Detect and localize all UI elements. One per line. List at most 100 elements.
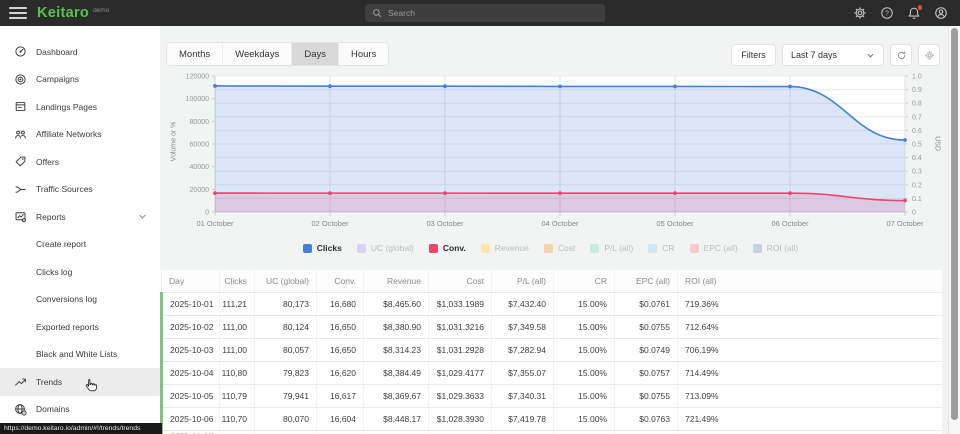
column-header-p-l-all[interactable]: P/L (all)	[492, 270, 554, 292]
cell-conv: 16,617	[317, 384, 364, 407]
cell-day: 2025-10-06	[162, 407, 220, 430]
column-header-cr[interactable]: CR	[554, 270, 615, 292]
cell-clicks: 111,00	[220, 338, 255, 361]
legend-swatch	[357, 244, 366, 253]
dashboard-icon	[14, 45, 27, 58]
svg-text:0: 0	[912, 210, 916, 217]
scrollbar-thumb[interactable]	[951, 28, 958, 420]
sidebar-item-clicks-log[interactable]: Clicks log	[0, 258, 160, 286]
svg-text:0: 0	[205, 210, 209, 217]
svg-text:0.6: 0.6	[912, 128, 922, 135]
legend-swatch	[481, 244, 490, 253]
legend-item-conv[interactable]: Conv.	[429, 243, 466, 253]
legend-label: CR	[662, 243, 674, 253]
cell-day: 2025-10-04	[162, 361, 220, 384]
sidebar-item-label: Landings Pages	[36, 102, 97, 112]
account-avatar-icon[interactable]	[934, 6, 948, 20]
sidebar-item-label: Offers	[36, 157, 59, 167]
sidebar-item-affiliate-networks[interactable]: Affiliate Networks	[0, 121, 160, 149]
table-header-row: DayClicksUC (global)Conv.RevenueCostP/L …	[162, 270, 943, 292]
column-header-conv[interactable]: Conv.	[317, 270, 364, 292]
column-header-cost[interactable]: Cost	[429, 270, 492, 292]
cell-cost	[429, 430, 492, 434]
chevron-down-icon	[866, 51, 875, 60]
cell-cost: $1,029.3633	[429, 384, 492, 407]
sidebar-item-campaigns[interactable]: Campaigns	[0, 66, 160, 94]
link-status-bar: https://demo.keitaro.io/admin/#!/trends/…	[0, 423, 162, 434]
cell-revenue: $8,314.23	[364, 338, 429, 361]
legend-item-cr[interactable]: CR	[648, 243, 674, 253]
hamburger-menu-icon[interactable]	[9, 7, 27, 19]
sidebar-item-black-and-white-lists[interactable]: Black and White Lists	[0, 341, 160, 369]
legend-item-clicks[interactable]: Clicks	[303, 243, 342, 253]
legend-item-cost[interactable]: Cost	[544, 243, 575, 253]
legend-swatch	[590, 244, 599, 253]
filters-button[interactable]: Filters	[731, 44, 776, 66]
legend-item-uc-global[interactable]: UC (global)	[357, 243, 414, 253]
chart-settings-button[interactable]	[918, 44, 940, 66]
cell-p-l-all: $7,419.78	[492, 407, 554, 430]
period-tabs: MonthsWeekdaysDaysHours	[166, 42, 389, 66]
sidebar-item-dashboard[interactable]: Dashboard	[0, 38, 160, 66]
legend-swatch	[690, 244, 699, 253]
legend-swatch	[303, 244, 312, 253]
notifications-bell-icon[interactable]	[907, 6, 921, 20]
cell-epc-all: $0.0763	[615, 407, 678, 430]
cell-day: 2025-10-02	[162, 315, 220, 338]
legend-item-epc-all[interactable]: EPC (all)	[690, 243, 738, 253]
settings-gear-icon[interactable]	[853, 6, 867, 20]
date-range-select[interactable]: Last 7 days	[782, 44, 884, 66]
sidebar-item-label: Domains	[36, 404, 70, 414]
column-header-uc-global[interactable]: UC (global)	[255, 270, 317, 292]
column-header-roi-all[interactable]: ROI (all)	[678, 270, 943, 292]
svg-text:0.9: 0.9	[912, 87, 922, 94]
tab-months[interactable]: Months	[167, 43, 223, 65]
sidebar-item-landings-pages[interactable]: Landings Pages	[0, 93, 160, 121]
search-box[interactable]	[365, 4, 605, 22]
help-icon[interactable]: ?	[880, 6, 894, 20]
search-icon	[372, 8, 382, 18]
sidebar-item-offers[interactable]: Offers	[0, 148, 160, 176]
refresh-button[interactable]	[890, 44, 912, 66]
gear-icon	[924, 50, 935, 61]
table-row-partial: 2025-10-07	[162, 430, 943, 434]
legend-item-roi-all[interactable]: ROI (all)	[753, 243, 799, 253]
column-header-revenue[interactable]: Revenue	[364, 270, 429, 292]
topbar-icons: ?	[853, 0, 948, 26]
sidebar-item-trends[interactable]: Trends	[0, 368, 160, 396]
affiliate-icon	[14, 128, 27, 141]
column-header-day[interactable]: Day	[162, 270, 220, 292]
sidebar-item-traffic-sources[interactable]: Traffic Sources	[0, 176, 160, 204]
legend-item-revenue[interactable]: Revenue	[481, 243, 529, 253]
tab-weekdays[interactable]: Weekdays	[223, 43, 292, 65]
tab-hours[interactable]: Hours	[339, 43, 388, 65]
cell-day: 2025-10-05	[162, 384, 220, 407]
sidebar-item-label: Trends	[36, 377, 62, 387]
sidebar-item-reports[interactable]: Reports	[0, 203, 160, 231]
tab-days[interactable]: Days	[292, 43, 339, 65]
search-input[interactable]	[388, 8, 588, 18]
cell-revenue: $8,465.60	[364, 292, 429, 315]
traffic-icon	[14, 183, 27, 196]
sidebar-item-conversions-log[interactable]: Conversions log	[0, 286, 160, 314]
domains-icon	[14, 403, 27, 416]
cell-p-l-all: $7,355.07	[492, 361, 554, 384]
legend-item-p-l-all[interactable]: P/L (all)	[590, 243, 633, 253]
column-header-epc-all[interactable]: EPC (all)	[615, 270, 678, 292]
svg-text:0.4: 0.4	[912, 155, 922, 162]
cell-cr: 15.00%	[554, 292, 615, 315]
cell-epc-all: $0.0761	[615, 292, 678, 315]
svg-text:01 October: 01 October	[196, 219, 234, 228]
sidebar-item-label: Clicks log	[36, 267, 72, 277]
column-header-clicks[interactable]: Clicks	[220, 270, 255, 292]
cell-revenue: $8,384.49	[364, 361, 429, 384]
cell-day: 2025-10-01	[162, 292, 220, 315]
topbar: Keitaro demo ?	[0, 0, 960, 26]
legend-label: ROI (all)	[767, 243, 799, 253]
cell-cost: $1,031.2928	[429, 338, 492, 361]
sidebar-item-domains[interactable]: Domains	[0, 396, 160, 424]
cell-roi-all: 713.09%	[678, 384, 943, 407]
brand-badge: demo	[93, 7, 109, 14]
sidebar-item-exported-reports[interactable]: Exported reports	[0, 313, 160, 341]
sidebar-item-create-report[interactable]: Create report	[0, 231, 160, 259]
